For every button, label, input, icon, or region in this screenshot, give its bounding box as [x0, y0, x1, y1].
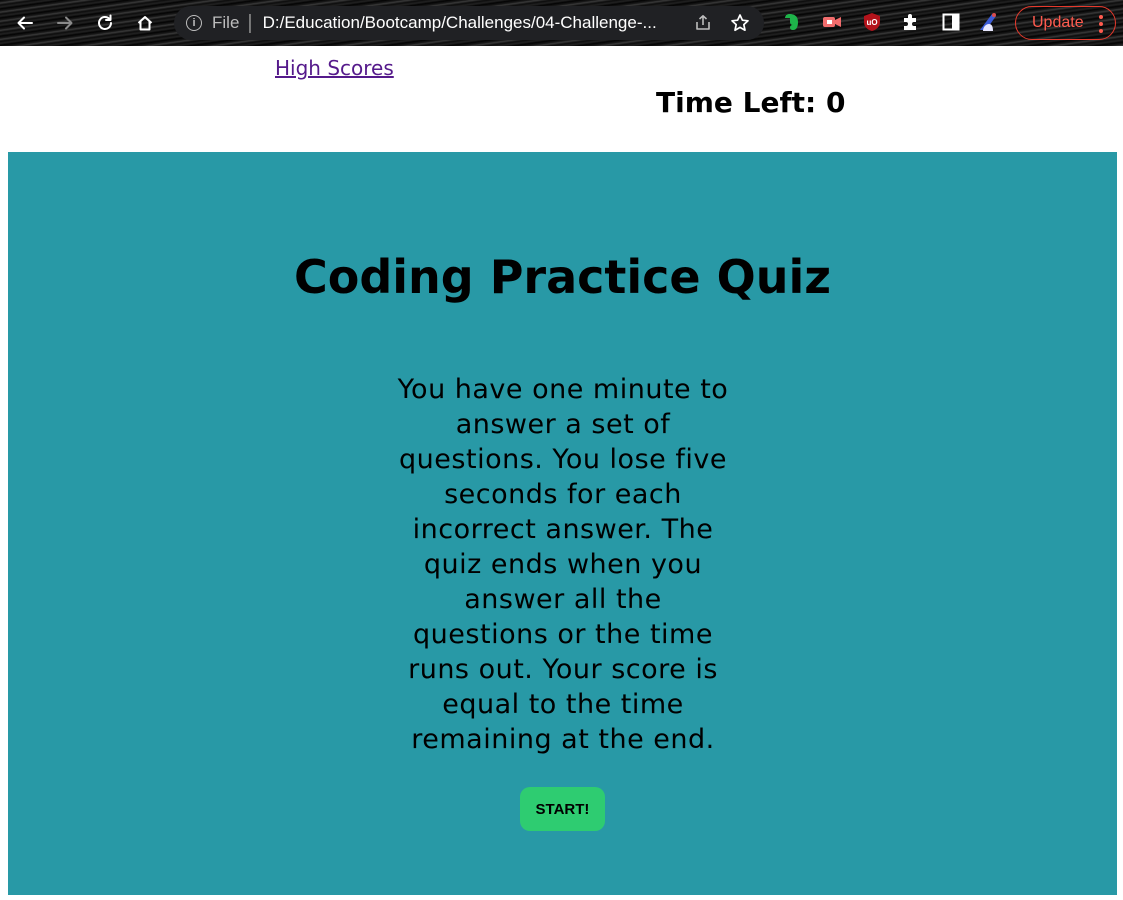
quiz-instructions: You have one minute to answer a set of q…	[397, 374, 729, 755]
profile-icon[interactable]	[976, 10, 1000, 34]
home-button[interactable]	[130, 8, 160, 38]
home-icon	[137, 16, 153, 31]
forward-button[interactable]	[50, 8, 80, 38]
address-scheme: File	[212, 13, 240, 32]
address-bar[interactable]: i File | D:/Education/Bootcamp/Challenge…	[174, 6, 764, 40]
bookmark-star-icon[interactable]	[730, 13, 750, 38]
video-extension-icon[interactable]	[820, 10, 844, 34]
reload-icon	[98, 14, 112, 30]
update-label: Update	[1032, 14, 1084, 31]
high-scores-link[interactable]: High Scores	[275, 56, 394, 80]
quiz-title: Coding Practice Quiz	[293, 250, 832, 304]
svg-text:uO: uO	[866, 18, 877, 27]
back-button[interactable]	[10, 8, 40, 38]
quiz-start-card: Coding Practice Quiz You have one minute…	[8, 152, 1117, 895]
forward-arrow-icon	[57, 16, 73, 30]
info-icon[interactable]: i	[186, 15, 202, 31]
update-button[interactable]: Update	[1015, 6, 1116, 40]
address-separator: |	[247, 12, 253, 34]
browser-toolbar: i File | D:/Education/Bootcamp/Challenge…	[0, 0, 1123, 46]
time-left-display: Time Left: 0	[656, 86, 846, 119]
side-panel-icon[interactable]	[939, 10, 963, 34]
ublock-icon[interactable]: uO	[860, 10, 884, 34]
share-icon[interactable]	[694, 14, 712, 37]
evernote-icon[interactable]	[780, 10, 804, 34]
address-url[interactable]: D:/Education/Bootcamp/Challenges/04-Chal…	[263, 13, 673, 33]
reload-button[interactable]	[90, 8, 120, 38]
back-arrow-icon	[17, 16, 33, 30]
puzzle-extensions-icon[interactable]	[899, 10, 923, 34]
start-quiz-button[interactable]: START!	[520, 787, 605, 831]
kebab-menu-icon[interactable]	[1099, 15, 1103, 36]
